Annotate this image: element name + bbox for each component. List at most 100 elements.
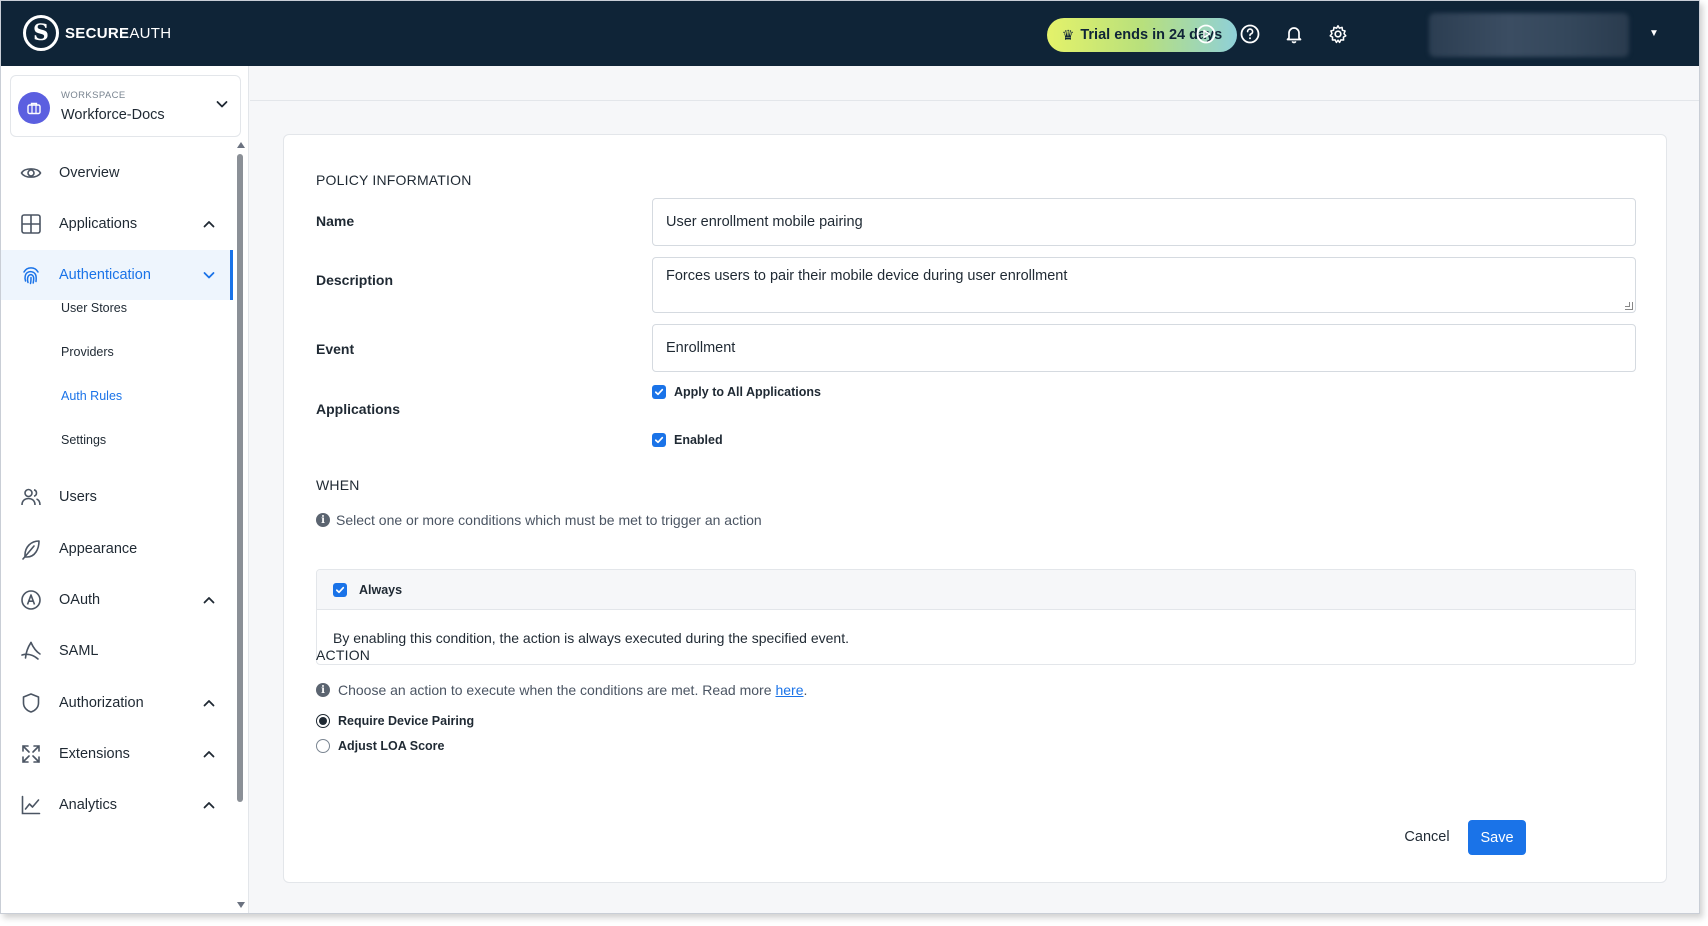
bell-icon[interactable]	[1283, 23, 1305, 45]
chevron-up-icon	[201, 797, 217, 813]
sidebar-item-analytics[interactable]: Analytics	[1, 780, 233, 830]
secureauth-logo-icon: S	[23, 15, 59, 51]
name-label: Name	[316, 213, 355, 229]
oauth-icon	[19, 588, 43, 612]
sidebar-item-authentication[interactable]: Authentication	[1, 250, 233, 300]
crown-icon: ♛	[1061, 26, 1075, 43]
always-checkbox[interactable]: Always	[333, 583, 402, 597]
workspace-name: Workforce-Docs	[61, 107, 165, 123]
brand-name: SECUREAUTH	[65, 25, 171, 42]
checkbox-checked-icon	[652, 433, 666, 447]
app-window: S SECUREAUTH ♛ Trial ends in 24 days ▼ W…	[0, 0, 1700, 914]
sidebar-subitem-settings[interactable]: Settings	[61, 433, 106, 447]
user-menu-blurred[interactable]	[1429, 13, 1629, 57]
when-info-text: Select one or more conditions which must…	[336, 512, 762, 528]
user-menu-caret-icon[interactable]: ▼	[1649, 28, 1659, 39]
when-title: WHEN	[316, 477, 360, 493]
when-info: i Select one or more conditions which mu…	[316, 512, 762, 528]
radio-label: Adjust LOA Score	[338, 739, 445, 753]
sidebar-scrollbar[interactable]	[235, 142, 245, 910]
fingerprint-icon	[19, 263, 43, 287]
sidebar-item-appearance[interactable]: Appearance	[1, 524, 233, 574]
play-circle-icon[interactable]	[1195, 23, 1217, 45]
top-bar: S SECUREAUTH ♛ Trial ends in 24 days ▼	[1, 1, 1699, 66]
sidebar-item-label: Users	[59, 489, 97, 505]
sidebar-subitem-user-stores[interactable]: User Stores	[61, 301, 127, 315]
sidebar-item-oauth[interactable]: OAuth	[1, 575, 233, 625]
sidebar-item-authorization[interactable]: Authorization	[1, 678, 233, 728]
users-icon	[19, 485, 43, 509]
action-info-text: Choose an action to execute when the con…	[338, 682, 772, 698]
sidebar-item-label: Extensions	[59, 746, 130, 762]
chevron-down-icon	[201, 267, 217, 283]
action-title: ACTION	[316, 647, 371, 663]
event-field[interactable]: Enrollment	[652, 324, 1636, 372]
radio-selected-icon	[316, 714, 330, 728]
always-label: Always	[359, 583, 403, 597]
always-description: By enabling this condition, the action i…	[333, 630, 849, 646]
sidebar-item-users[interactable]: Users	[1, 472, 233, 522]
condition-always-box: Always By enabling this condition, the a…	[316, 569, 1636, 665]
help-circle-icon[interactable]	[1239, 23, 1261, 45]
saml-icon	[19, 639, 43, 663]
radio-require-device-pairing[interactable]: Require Device Pairing	[316, 714, 474, 728]
expand-icon	[19, 742, 43, 766]
feather-icon	[19, 537, 43, 561]
name-input[interactable]: User enrollment mobile pairing	[652, 198, 1636, 246]
chevron-up-icon	[201, 695, 217, 711]
workspace-briefcase-icon	[18, 92, 50, 124]
sidebar-item-overview[interactable]: Overview	[1, 148, 233, 198]
sidebar-item-label: Overview	[59, 165, 120, 181]
save-button[interactable]: Save	[1468, 820, 1526, 855]
condition-header: Always	[317, 570, 1635, 610]
chevron-up-icon	[201, 216, 217, 232]
policy-information-title: POLICY INFORMATION	[316, 172, 472, 188]
gear-icon[interactable]	[1327, 23, 1349, 45]
chart-line-icon	[19, 793, 43, 817]
resize-handle-icon[interactable]	[1625, 302, 1633, 310]
sidebar-item-extensions[interactable]: Extensions	[1, 729, 233, 779]
description-textarea[interactable]: Forces users to pair their mobile device…	[652, 257, 1636, 313]
sidebar-item-saml[interactable]: SAML	[1, 626, 233, 676]
sidebar-item-label: OAuth	[59, 592, 101, 608]
grid-icon	[19, 212, 43, 236]
info-icon: i	[316, 683, 330, 697]
apply-all-applications-checkbox[interactable]: Apply to All Applications	[652, 385, 821, 399]
event-label: Event	[316, 341, 355, 357]
chevron-down-icon	[214, 96, 230, 112]
brand-name-light: AUTH	[129, 24, 172, 42]
sidebar-item-label: Appearance	[59, 541, 138, 557]
scroll-down-icon[interactable]	[237, 902, 245, 908]
content-header-strip	[250, 66, 1699, 101]
checkbox-checked-icon	[333, 583, 347, 597]
action-info: i Choose an action to execute when the c…	[316, 682, 807, 698]
active-indicator	[230, 250, 233, 300]
workspace-selector[interactable]: WORKSPACE Workforce-Docs	[10, 75, 241, 137]
brand-logo[interactable]: S SECUREAUTH	[23, 15, 171, 51]
sidebar-item-applications[interactable]: Applications	[1, 199, 233, 249]
sidebar-subitem-providers[interactable]: Providers	[61, 345, 114, 359]
enabled-label: Enabled	[674, 433, 723, 447]
radio-adjust-loa-score[interactable]: Adjust LOA Score	[316, 739, 445, 753]
sidebar-subitem-auth-rules[interactable]: Auth Rules	[61, 389, 122, 403]
policy-form-card: POLICY INFORMATION Name User enrollment …	[283, 134, 1667, 883]
description-value: Forces users to pair their mobile device…	[666, 268, 1068, 284]
workspace-label: WORKSPACE	[61, 90, 126, 101]
radio-label: Require Device Pairing	[338, 714, 475, 728]
cancel-button[interactable]: Cancel	[1398, 820, 1456, 854]
sidebar-item-label: Authorization	[59, 695, 144, 711]
brand-name-bold: SECURE	[65, 24, 130, 42]
info-icon: i	[316, 513, 330, 527]
scrollbar-thumb[interactable]	[237, 154, 243, 802]
eye-icon	[19, 161, 43, 185]
radio-unselected-icon	[316, 739, 330, 753]
description-label: Description	[316, 272, 394, 288]
enabled-checkbox[interactable]: Enabled	[652, 433, 723, 447]
sidebar-item-label: SAML	[59, 643, 99, 659]
chevron-up-icon	[201, 746, 217, 762]
read-more-link[interactable]: here	[775, 682, 803, 698]
apply-all-label: Apply to All Applications	[674, 385, 821, 399]
sidebar: WORKSPACE Workforce-Docs Overview Applic…	[1, 66, 249, 913]
scroll-up-icon[interactable]	[237, 142, 245, 148]
applications-label: Applications	[316, 401, 401, 417]
